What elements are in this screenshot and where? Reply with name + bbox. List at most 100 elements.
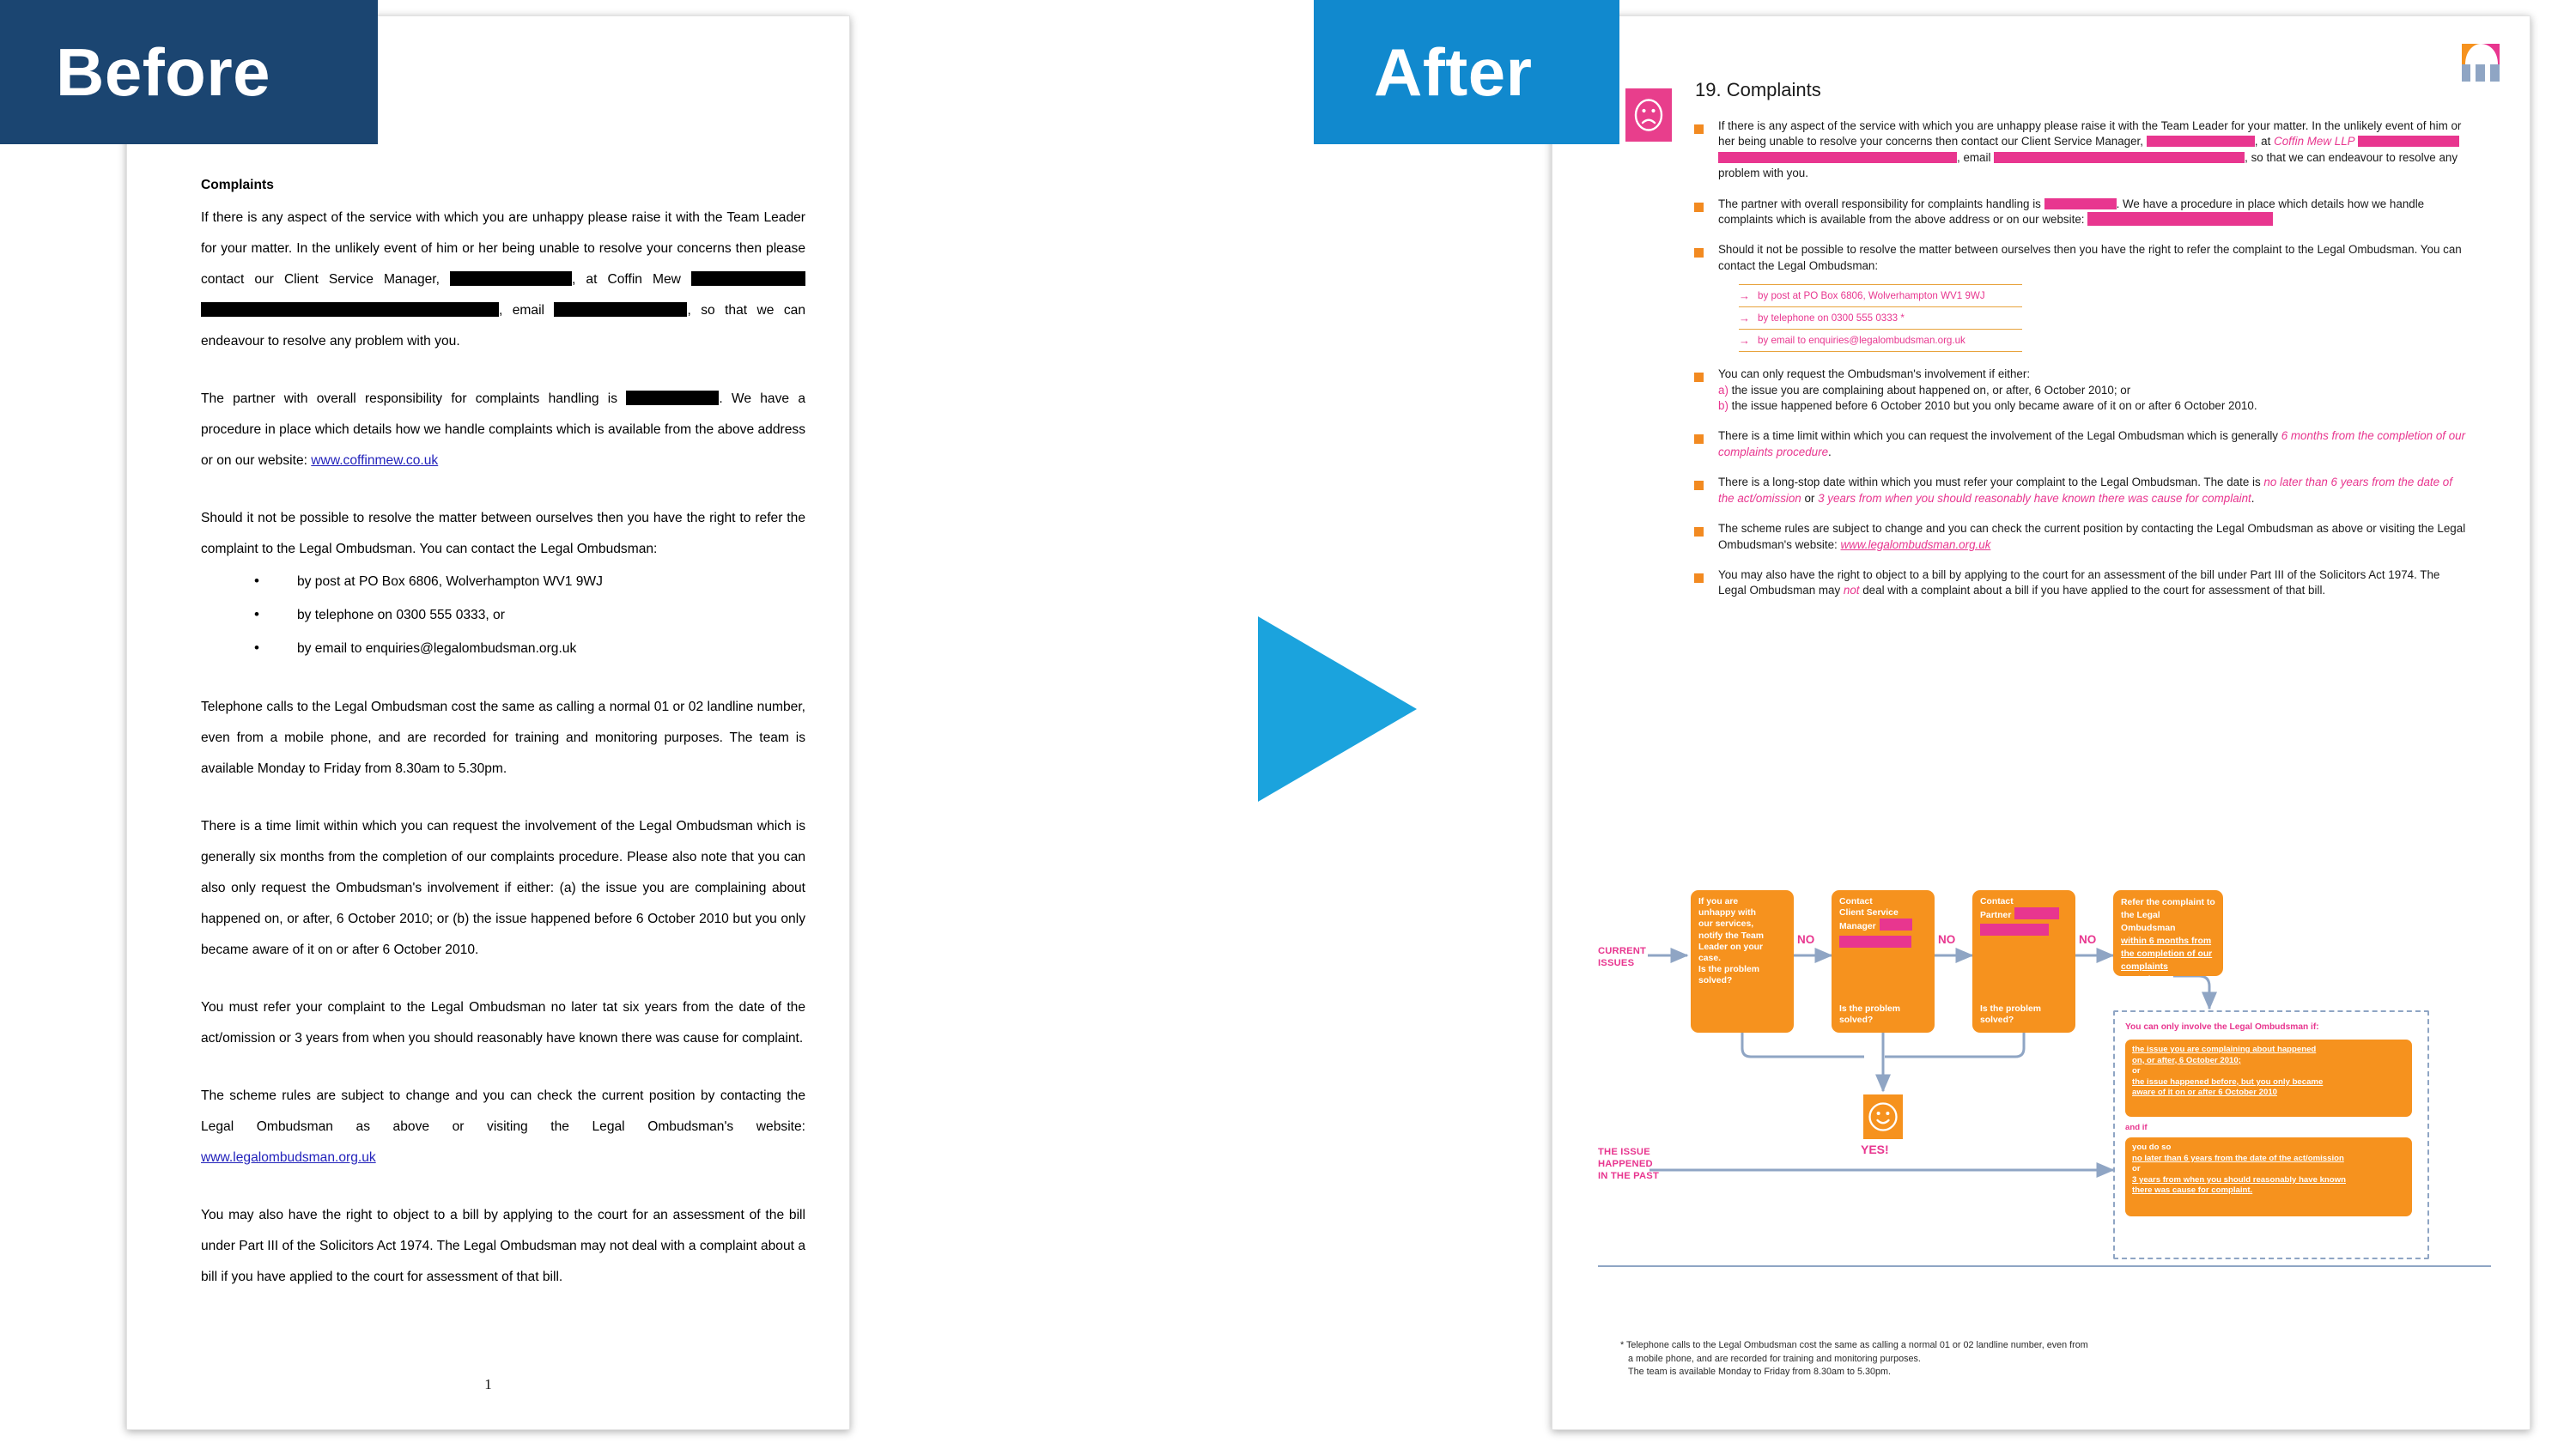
box4-l5: complaints procedure.	[2121, 962, 2168, 985]
bullet-square-icon	[1694, 202, 1704, 212]
arrow-right-icon: →	[1739, 289, 1750, 303]
box4-l4: the completion of our	[2121, 949, 2213, 959]
redaction-bar	[1980, 924, 2049, 937]
list-item: by telephone on 0300 555 0333, or	[201, 597, 805, 632]
bullet-square-icon	[1694, 573, 1704, 583]
dbox2-l2: 3 years from when you should reasonably …	[2132, 1174, 2346, 1185]
option-a-marker: a)	[1718, 383, 1728, 397]
contact-row: → by post at PO Box 6806, Wolverhampton W…	[1739, 284, 2022, 306]
after-banner: After	[1314, 0, 1619, 144]
redaction-bar	[554, 302, 688, 317]
b5-a: There is a time limit within which you c…	[1718, 429, 2281, 443]
dbox1-l3: the issue happened before, but you only …	[2132, 1076, 2324, 1087]
box2-l1: Contact	[1839, 897, 1873, 906]
coffinmew-website-link[interactable]: www.coffinmew.co.uk	[311, 453, 438, 468]
after-bullet-7: The scheme rules are subject to change a…	[1694, 521, 2467, 553]
flow-box-notify-team-leader: If you are unhappy with our services, no…	[1691, 890, 1794, 1033]
b4-head: You can only request the Ombudsman's inv…	[1718, 367, 2031, 381]
b8-b: deal with a complaint about a bill if yo…	[1859, 584, 2326, 597]
after-bullet-8: You may also have the right to object to…	[1694, 567, 2467, 599]
redaction-bar	[1718, 151, 1957, 163]
redaction-bar	[201, 302, 499, 317]
box2-l2: Client Service	[1839, 908, 1899, 919]
m-logo	[2462, 44, 2500, 82]
box1-l2: unhappy with	[1698, 908, 1756, 919]
before-paragraph-5: There is a time limit within which you c…	[201, 819, 805, 957]
after-bullet-1: If there is any aspect of the service wi…	[1694, 118, 2467, 182]
box2-q1: Is the problem	[1839, 1003, 1901, 1014]
b1-c: , email	[1957, 150, 1995, 164]
after-bullet-list: If there is any aspect of the service wi…	[1694, 118, 2467, 614]
smiley-face-icon	[1863, 1094, 1903, 1139]
condition-box-1: the issue you are complaining about happ…	[2125, 1040, 2412, 1117]
dashed-box-heading: You can only involve the Legal Ombudsman…	[2125, 1022, 2319, 1032]
box1-q2: solved?	[1698, 976, 1733, 986]
flow-box-contact-client-service-manager: Contact Client Service Manager Is the pr…	[1832, 890, 1935, 1033]
before-p1-text-c: , email	[499, 303, 555, 318]
box3-l2: Partner	[1980, 911, 2012, 921]
b2-a: The partner with overall responsibility …	[1718, 197, 2044, 210]
after-bullet-8-text: You may also have the right to object to…	[1718, 567, 2467, 599]
bullet-square-icon	[1694, 434, 1704, 445]
legalombudsman-website-link[interactable]: www.legalombudsman.org.uk	[201, 1150, 376, 1165]
after-bullet-3-text: Should it not be possible to resolve the…	[1718, 243, 2462, 272]
contact-row-label: by email to enquiries@legalombudsman.org…	[1758, 335, 1965, 347]
dbox1-or: or	[2132, 1066, 2141, 1076]
footnote-line-3: The team is available Monday to Friday f…	[1628, 1367, 1892, 1378]
condition-box-2: you do so no later than 6 years from the…	[2125, 1137, 2412, 1216]
dbox1-l4: aware of it on or after 6 October 2010	[2132, 1088, 2278, 1098]
after-bullet-6-text: There is a long-stop date within which y…	[1718, 475, 2467, 506]
ombudsman-contact-rows: → by post at PO Box 6806, Wolverhampton W…	[1739, 284, 2022, 353]
before-p7-text: The scheme rules are subject to change a…	[201, 1088, 805, 1134]
before-paragraph-6: You must refer your complaint to the Leg…	[201, 1000, 805, 1046]
before-paragraph-4: Telephone calls to the Legal Ombudsman c…	[201, 700, 805, 776]
label-issue-in-past: THE ISSUE HAPPENED IN THE PAST	[1598, 1147, 1659, 1181]
box1-l6: case.	[1698, 954, 1722, 964]
before-document-page: Complaints If there is any aspect of the…	[126, 15, 850, 1430]
b6-mid: or	[1801, 491, 1819, 505]
dbox2-l0: you do so	[2132, 1143, 2172, 1152]
legalombudsman-website-link[interactable]: www.legalombudsman.org.uk	[1840, 538, 1990, 551]
box1-l3: our services,	[1698, 919, 1754, 930]
redaction-bar	[691, 271, 806, 286]
label-current-issues: CURRENT ISSUES	[1598, 946, 1647, 968]
after-bullet-2: The partner with overall responsibility …	[1694, 197, 2467, 228]
option-a-text: the issue you are complaining about happ…	[1728, 383, 2131, 397]
option-b-marker: b)	[1718, 399, 1728, 413]
before-paragraph-3: Should it not be possible to resolve the…	[201, 511, 805, 556]
complaints-flowchart: CURRENT ISSUES THE ISSUE HAPPENED IN THE…	[1598, 880, 2491, 1283]
flowchart-bottom-rule	[1598, 1265, 2491, 1267]
box4-l1: Refer the complaint to	[2121, 898, 2215, 907]
and-if-label: and if	[2125, 1123, 2148, 1132]
after-document-body: 19. Complaints If there is any aspect of…	[1553, 17, 2530, 1430]
b6-b: .	[2251, 491, 2255, 505]
before-page-number: 1	[484, 1376, 492, 1392]
box3-q2: solved?	[1980, 1015, 2014, 1025]
box1-l1: If you are	[1698, 897, 1739, 906]
b6-a: There is a long-stop date within which y…	[1718, 476, 2264, 489]
flow-box-refer-to-ombudsman: Refer the complaint to the Legal Ombudsm…	[2113, 890, 2223, 985]
before-paragraph-2: The partner with overall responsibility …	[201, 384, 805, 476]
arrow-right-icon: →	[1739, 312, 1750, 325]
dbox2-l1: no later than 6 years from the date of t…	[2132, 1153, 2344, 1163]
redaction-bar	[1879, 919, 1912, 931]
transition-arrow-icon	[1258, 616, 1417, 802]
bullet-square-icon	[1694, 481, 1704, 491]
contact-row-label: by post at PO Box 6806, Wolverhampton WV…	[1758, 290, 1985, 302]
before-paragraph-8: You may also have the right to object to…	[201, 1208, 805, 1284]
dbox1-l2: on, or after, 6 October 2010;	[2132, 1055, 2241, 1065]
before-banner: Before	[0, 0, 378, 144]
footnote: * Telephone calls to the Legal Ombudsman…	[1620, 1339, 2462, 1379]
after-bullet-2-text: The partner with overall responsibility …	[1718, 197, 2467, 228]
no-label-1: NO	[1797, 933, 1815, 946]
before-document-body: Complaints If there is any aspect of the…	[128, 17, 850, 1430]
list-item: by email to enquiries@legalombudsman.org…	[201, 631, 805, 665]
redaction-bar	[2358, 136, 2460, 148]
before-paragraph-1: If there is any aspect of the service wi…	[201, 203, 806, 357]
comparison-canvas: Complaints If there is any aspect of the…	[0, 0, 2576, 1443]
bullet-square-icon	[1694, 248, 1704, 258]
contact-row-label: by telephone on 0300 555 0333 *	[1758, 312, 1905, 324]
no-label-2: NO	[1938, 933, 1956, 946]
box4-l2: the Legal Ombudsman	[2121, 911, 2176, 933]
option-b-text: the issue happened before 6 October 2010…	[1728, 399, 2257, 413]
